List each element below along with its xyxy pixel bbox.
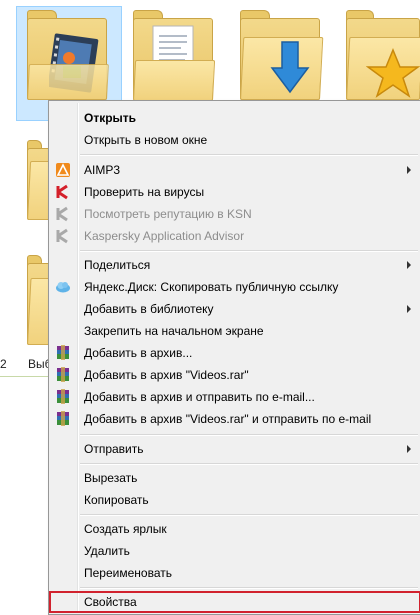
menu-item-label: Добавить в архив...: [84, 346, 193, 360]
menu-item-label: Добавить в архив и отправить по e-mail..…: [84, 390, 315, 404]
menu-item-open[interactable]: Открыть: [51, 107, 420, 129]
kaspersky-icon: [55, 184, 71, 200]
menu-separator: [80, 434, 418, 436]
winrar-icon: [55, 389, 71, 405]
menu-item-label: Открыть: [84, 111, 137, 125]
menu-separator: [80, 154, 418, 156]
menu-item-delete[interactable]: Удалить: [51, 540, 420, 562]
menu-item-copy[interactable]: Копировать: [51, 489, 420, 511]
menu-item-pin-to-start[interactable]: Закрепить на начальном экране: [51, 320, 420, 342]
submenu-arrow-icon: [407, 305, 411, 313]
menu-item-label: Поделиться: [84, 258, 151, 272]
menu-item-share[interactable]: Поделиться: [51, 254, 420, 276]
menu-item-ksn-reputation: Посмотреть репутацию в KSN: [51, 203, 420, 225]
kaspersky-gray-icon: [55, 228, 71, 244]
menu-item-create-shortcut[interactable]: Создать ярлык: [51, 518, 420, 540]
folder-label-peek: 2: [0, 357, 7, 371]
menu-item-label: Вырезать: [84, 471, 138, 485]
menu-item-archive-and-email[interactable]: Добавить в архив и отправить по e-mail..…: [51, 386, 420, 408]
menu-item-label: Добавить в архив "Videos.rar": [84, 368, 249, 382]
menu-item-send-to[interactable]: Отправить: [51, 438, 420, 460]
divider-line: [0, 376, 48, 377]
properties-highlight-frame: [49, 591, 420, 613]
menu-item-add-to-library[interactable]: Добавить в библиотеку: [51, 298, 420, 320]
menu-item-label: Добавить в архив "Videos.rar" и отправит…: [84, 412, 372, 426]
menu-item-label: Копировать: [84, 493, 149, 507]
menu-item-add-to-archive[interactable]: Добавить в архив...: [51, 342, 420, 364]
submenu-arrow-icon: [407, 261, 411, 269]
menu-separator: [80, 587, 418, 589]
menu-separator: [80, 463, 418, 465]
menu-item-kaspersky-advisor: Kaspersky Application Advisor: [51, 225, 420, 247]
aimp-icon: [55, 162, 71, 178]
menu-item-videos-rar-and-email[interactable]: Добавить в архив "Videos.rar" и отправит…: [51, 408, 420, 430]
winrar-icon: [55, 367, 71, 383]
winrar-icon: [55, 345, 71, 361]
menu-item-label: Открыть в новом окне: [84, 133, 208, 147]
menu-item-label: Создать ярлык: [84, 522, 167, 536]
kaspersky-gray-icon: [55, 206, 71, 222]
menu-item-aimp3[interactable]: AIMP3: [51, 159, 420, 181]
menu-item-label: Проверить на вирусы: [84, 185, 205, 199]
favorites-folder-icon[interactable]: [346, 10, 420, 100]
menu-item-label: AIMP3: [84, 163, 121, 177]
menu-item-scan-viruses[interactable]: Проверить на вирусы: [51, 181, 420, 203]
menu-item-label: Переименовать: [84, 566, 172, 580]
submenu-arrow-icon: [407, 445, 411, 453]
menu-separator: [80, 514, 418, 516]
context-menu: Открыть Открыть в новом окне AIMP3 Прове…: [48, 100, 420, 615]
yandex-disk-icon: [55, 279, 71, 295]
winrar-icon: [55, 411, 71, 427]
menu-item-label: Посмотреть репутацию в KSN: [84, 207, 252, 221]
menu-item-yandex-disk[interactable]: Яндекс.Диск: Скопировать публичную ссылк…: [51, 276, 420, 298]
submenu-arrow-icon: [407, 166, 411, 174]
downloads-folder-icon[interactable]: [240, 10, 324, 100]
menu-item-label: Закрепить на начальном экране: [84, 324, 264, 338]
menu-item-label: Kaspersky Application Advisor: [84, 229, 245, 243]
menu-item-label: Яндекс.Диск: Скопировать публичную ссылк…: [84, 280, 339, 294]
menu-item-open-new-window[interactable]: Открыть в новом окне: [51, 129, 420, 151]
menu-item-cut[interactable]: Вырезать: [51, 467, 420, 489]
menu-item-label: Отправить: [84, 442, 144, 456]
menu-item-add-to-videos-rar[interactable]: Добавить в архив "Videos.rar": [51, 364, 420, 386]
menu-item-label: Удалить: [84, 544, 130, 558]
menu-item-rename[interactable]: Переименовать: [51, 562, 420, 584]
documents-folder-icon[interactable]: [133, 10, 216, 100]
menu-item-label: Добавить в библиотеку: [84, 302, 214, 316]
video-folder-icon[interactable]: [27, 10, 109, 100]
menu-separator: [80, 250, 418, 252]
